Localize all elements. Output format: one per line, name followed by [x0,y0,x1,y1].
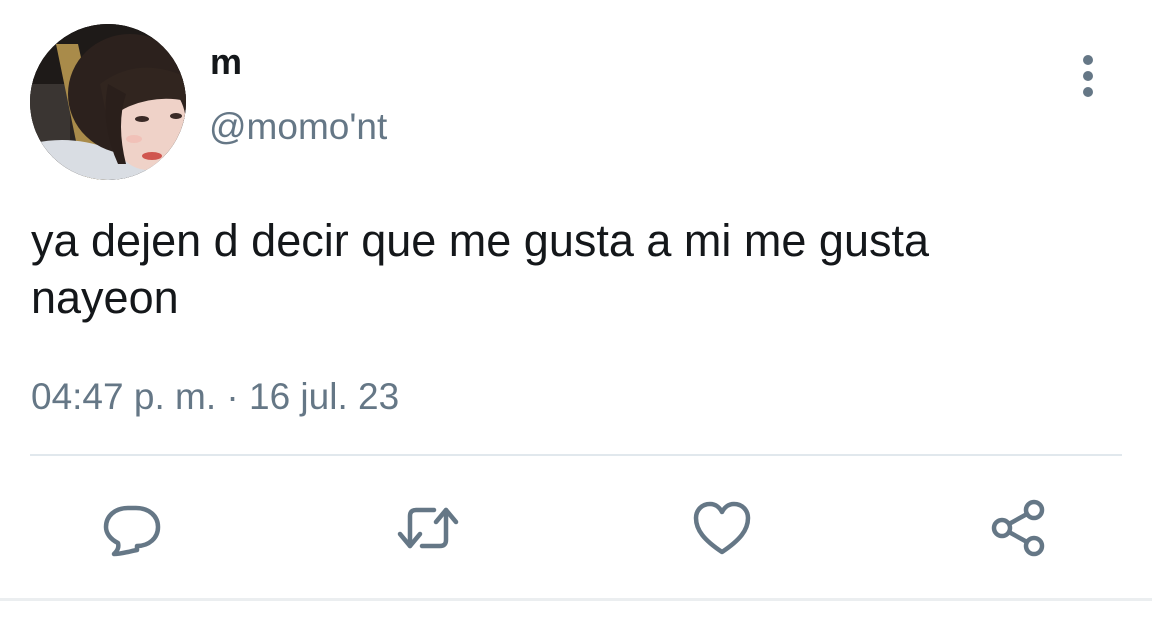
bottom-divider [0,598,1152,601]
like-button[interactable] [690,496,754,560]
retweet-icon [397,507,459,549]
heart-icon [693,501,751,555]
reply-button[interactable] [100,496,164,560]
retweet-button[interactable] [396,496,460,560]
more-vertical-icon [1083,55,1093,97]
avatar-photo [30,24,186,180]
tweet-date: 16 jul. 23 [249,376,400,417]
tweet-text-line: nayeon [31,272,179,323]
meta-separator: · [226,376,239,417]
tweet-detail: m @momo'nt ya dejen d decir que me gusta… [0,0,1152,618]
share-button[interactable] [986,496,1050,560]
more-options-button[interactable] [1066,52,1110,100]
tweet-time: 04:47 p. m. [31,376,217,417]
tweet-text-line: ya dejen d decir que me gusta a mi me gu… [31,215,930,266]
avatar[interactable] [30,24,186,180]
reply-icon [103,505,161,557]
user-handle[interactable]: @momo'nt [209,104,387,150]
share-icon [991,499,1045,557]
tweet-text: ya dejen d decir que me gusta a mi me gu… [31,212,1121,326]
display-name[interactable]: m [210,40,242,84]
divider [30,454,1122,456]
tweet-timestamp[interactable]: 04:47 p. m. · 16 jul. 23 [31,374,399,420]
